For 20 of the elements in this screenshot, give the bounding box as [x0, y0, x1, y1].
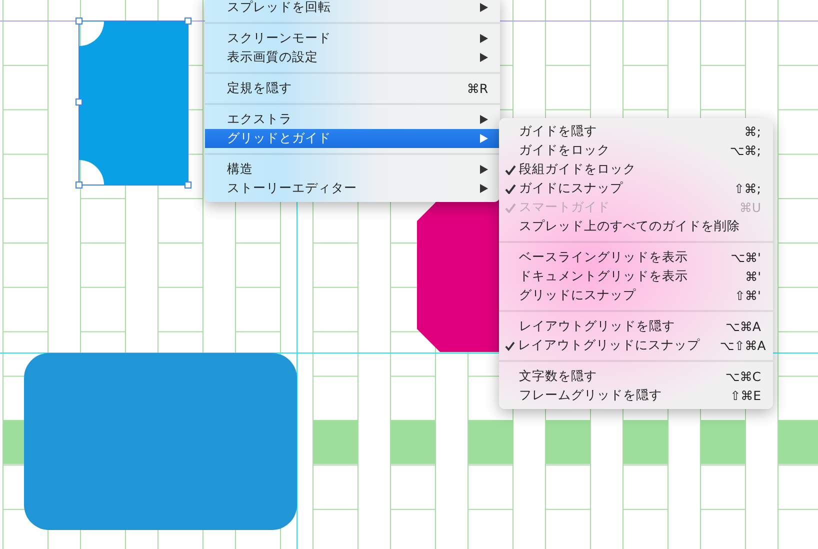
menu-item[interactable]: 定規を隠す ⌘R: [205, 79, 500, 98]
menu-item[interactable]: 段組ガイドをロック: [499, 160, 773, 179]
menu-item[interactable]: 文字数を隠す ⌥⌘C: [499, 367, 773, 386]
menu-item[interactable]: スプレッド上のすべてのガイドを削除: [499, 217, 773, 236]
menu-item[interactable]: レイアウトグリッドを隠す ⌥⌘A: [499, 317, 773, 336]
menu-item[interactable]: レイアウトグリッドにスナップ ⌥⇧⌘A: [499, 336, 773, 355]
menu-item[interactable]: ガイドを隠す ⌘;: [499, 122, 773, 141]
menu-item[interactable]: ストーリーエディター: [205, 179, 500, 198]
menu-item[interactable]: スクリーンモード: [205, 29, 500, 48]
menu-item[interactable]: スプレッドを回転: [205, 0, 500, 17]
menu-item[interactable]: ガイドをロック ⌥⌘;: [499, 141, 773, 160]
menu-item[interactable]: エクストラ: [205, 110, 500, 129]
menu-item[interactable]: ガイドにスナップ ⇧⌘;: [499, 179, 773, 198]
menu-item[interactable]: 構造: [205, 160, 500, 179]
menu-item[interactable]: グリッドにスナップ ⇧⌘': [499, 286, 773, 305]
menu-item[interactable]: ドキュメントグリッドを表示 ⌘': [499, 267, 773, 286]
menu-item[interactable]: フレームグリッドを隠す ⇧⌘E: [499, 386, 773, 405]
menu-item[interactable]: 表示画質の設定: [205, 48, 500, 67]
menu-item[interactable]: ベースライングリッドを表示 ⌥⌘': [499, 248, 773, 267]
menu-item[interactable]: グリッドとガイド: [205, 129, 500, 148]
